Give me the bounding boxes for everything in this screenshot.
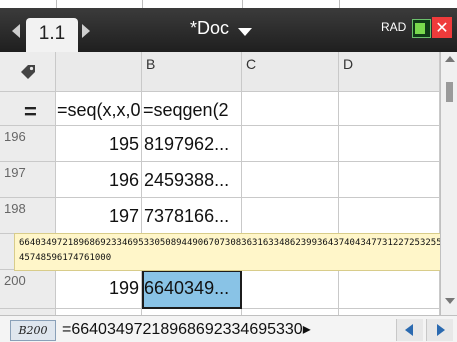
- cell-c[interactable]: [242, 126, 339, 162]
- chevron-down-icon[interactable]: [238, 28, 252, 36]
- previous-button[interactable]: [396, 319, 423, 341]
- row-number[interactable]: 200: [0, 270, 56, 309]
- table-row: 198 197 7378166...: [0, 198, 440, 234]
- cell-b[interactable]: 2459388...: [142, 162, 242, 198]
- value-tooltip: 6640349721896869233469533050894490670730…: [14, 233, 444, 271]
- formula-cell-d[interactable]: [339, 92, 440, 126]
- column-header-row: B C D: [0, 52, 440, 92]
- row-number[interactable]: 196: [0, 126, 56, 162]
- title-bar: 1.1 *Doc RAD ✕: [0, 8, 457, 52]
- table-row: 200 199 6640349...: [0, 270, 440, 309]
- cell-a[interactable]: 197: [56, 198, 142, 234]
- column-header-b[interactable]: B: [142, 52, 242, 92]
- cell-d[interactable]: [339, 162, 440, 198]
- formula-row-header[interactable]: =: [0, 92, 56, 126]
- table-row: 196 195 8197962...: [0, 126, 440, 162]
- tag-icon: [21, 65, 35, 79]
- angle-mode: RAD: [381, 20, 407, 34]
- scrollbar-thumb[interactable]: [446, 82, 453, 102]
- cell-d[interactable]: [339, 198, 440, 234]
- close-icon[interactable]: ✕: [432, 17, 452, 38]
- left-arrow-icon: [405, 324, 413, 336]
- cell-c[interactable]: [242, 270, 339, 309]
- column-header-d[interactable]: D: [339, 52, 440, 92]
- tab-1-1[interactable]: 1.1: [26, 18, 78, 52]
- document-title[interactable]: *Doc: [190, 18, 229, 39]
- column-header-a[interactable]: [56, 52, 142, 92]
- table-row: 197 196 2459388...: [0, 162, 440, 198]
- cell-d[interactable]: [339, 270, 440, 309]
- row-number[interactable]: 197: [0, 162, 56, 198]
- scroll-down-icon[interactable]: [445, 298, 455, 304]
- cell-b[interactable]: 8197962...: [142, 126, 242, 162]
- formula-cell-b[interactable]: =seqgen(2: [142, 92, 242, 126]
- right-arrow-icon: [437, 324, 445, 336]
- equals-icon: =: [24, 99, 37, 124]
- battery-icon: [412, 19, 431, 38]
- next-button[interactable]: [426, 319, 453, 341]
- selected-cell-b200[interactable]: 6640349...: [142, 270, 242, 309]
- vertical-scrollbar[interactable]: [440, 52, 457, 315]
- corner-cell[interactable]: [0, 52, 56, 92]
- cell-reference: B200: [10, 320, 56, 341]
- cell-a[interactable]: 195: [56, 126, 142, 162]
- entry-line: B200 =66403497218968692334695330▸: [0, 315, 457, 342]
- cell-c[interactable]: [242, 198, 339, 234]
- entry-input[interactable]: =66403497218968692334695330▸: [62, 319, 362, 339]
- column-header-c[interactable]: C: [242, 52, 339, 92]
- cell-a[interactable]: 196: [56, 162, 142, 198]
- cell-a[interactable]: 199: [56, 270, 142, 309]
- calculator-screen: 1.1 *Doc RAD ✕ B C D = =seq(x,x,0 =seqge…: [0, 0, 457, 342]
- left-arrow-icon[interactable]: [12, 24, 20, 38]
- scroll-up-icon[interactable]: [445, 56, 455, 62]
- formula-cell-a[interactable]: =seq(x,x,0: [56, 92, 142, 126]
- formula-cell-c[interactable]: [242, 92, 339, 126]
- cell-b[interactable]: 7378166...: [142, 198, 242, 234]
- cell-d[interactable]: [339, 126, 440, 162]
- right-arrow-icon[interactable]: [82, 24, 90, 38]
- formula-row: = =seq(x,x,0 =seqgen(2: [0, 92, 440, 126]
- cell-c[interactable]: [242, 162, 339, 198]
- row-number[interactable]: 198: [0, 198, 56, 234]
- spreadsheet-grid: B C D = =seq(x,x,0 =seqgen(2 196 195 819…: [0, 52, 440, 315]
